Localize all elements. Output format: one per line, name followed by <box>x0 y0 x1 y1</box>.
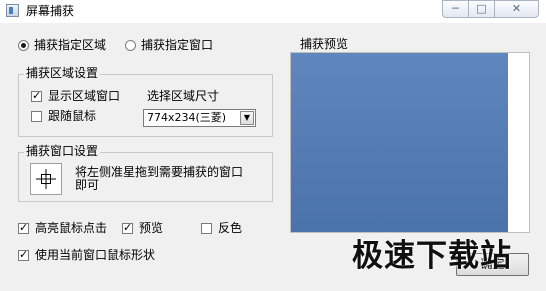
capture-preview-panel <box>290 52 530 233</box>
size-select-label: 选择区域尺寸 <box>147 89 220 103</box>
checkbox-icon <box>201 222 212 234</box>
window-settings-hint: 将左侧准星拖到需要捕获的窗口即可 <box>75 165 244 192</box>
checkbox-icon: ✓ <box>18 220 29 234</box>
show-area-window-label: 显示区域窗口 <box>48 89 121 103</box>
check-icon: ✓ <box>19 247 29 261</box>
window-settings-title: 捕获窗口设置 <box>24 144 101 158</box>
highlight-click-checkbox[interactable]: ✓ 高亮鼠标点击 <box>18 221 107 235</box>
chevron-down-icon[interactable]: ▼ <box>240 111 254 125</box>
follow-mouse-checkbox[interactable]: 跟随鼠标 <box>31 109 96 123</box>
preview-label: 预览 <box>139 221 164 235</box>
radio-capture-window-label: 捕获指定窗口 <box>141 38 214 52</box>
checkbox-icon: ✓ <box>31 88 42 102</box>
radio-unselected-icon <box>125 39 136 51</box>
radio-capture-area[interactable]: 捕获指定区域 <box>18 38 106 52</box>
invert-label: 反色 <box>218 221 243 235</box>
crosshair-drag-handle[interactable] <box>30 163 62 195</box>
maximize-button[interactable]: □ <box>468 0 495 18</box>
use-window-cursor-label: 使用当前窗口鼠标形状 <box>35 248 156 262</box>
check-icon: ✓ <box>123 220 133 234</box>
radio-capture-area-label: 捕获指定区域 <box>34 38 107 52</box>
checkbox-icon <box>31 110 42 122</box>
close-button[interactable]: ✕ <box>494 0 539 18</box>
preview-image <box>291 53 508 232</box>
area-settings-group <box>18 74 273 137</box>
radio-selected-icon <box>18 39 29 51</box>
watermark-logo: 极速下载站 <box>352 238 512 274</box>
minimize-button[interactable]: ─ <box>442 0 469 18</box>
follow-mouse-label: 跟随鼠标 <box>48 109 97 123</box>
title-bar: 屏幕捕获 ─ □ ✕ <box>0 0 546 23</box>
app-window-icon <box>6 4 19 17</box>
radio-capture-window[interactable]: 捕获指定窗口 <box>125 38 213 52</box>
area-settings-title: 捕获区域设置 <box>24 66 101 80</box>
window-title: 屏幕捕获 <box>26 4 75 18</box>
area-size-dropdown[interactable]: 774x234(三菱) ▼ <box>143 109 256 127</box>
area-size-value: 774x234(三菱) <box>147 111 227 124</box>
checkbox-icon: ✓ <box>122 220 133 234</box>
check-icon: ✓ <box>32 88 42 102</box>
preview-checkbox[interactable]: ✓ 预览 <box>122 221 163 235</box>
highlight-click-label: 高亮鼠标点击 <box>35 221 108 235</box>
show-area-window-checkbox[interactable]: ✓ 显示区域窗口 <box>31 89 120 103</box>
invert-checkbox[interactable]: 反色 <box>201 221 242 235</box>
use-window-cursor-checkbox[interactable]: ✓ 使用当前窗口鼠标形状 <box>18 248 155 262</box>
crosshair-icon <box>36 169 56 189</box>
preview-title: 捕获预览 <box>300 37 349 51</box>
check-icon: ✓ <box>19 220 29 234</box>
screen-capture-window: 屏幕捕获 ─ □ ✕ 捕获指定区域 捕获指定窗口 捕获区域设置 ✓ 显示区域窗口… <box>0 0 546 291</box>
checkbox-icon: ✓ <box>18 247 29 261</box>
